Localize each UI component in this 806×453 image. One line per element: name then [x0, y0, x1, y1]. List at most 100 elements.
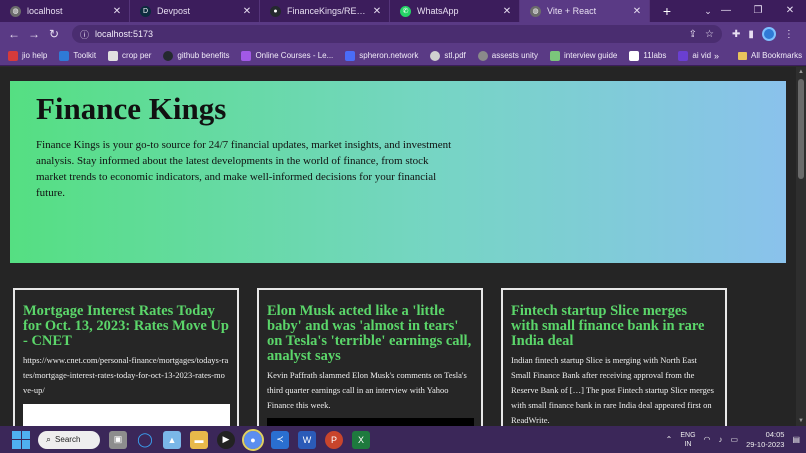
- bookmarks-bar: jio help Toolkit crop per github benefit…: [0, 46, 806, 66]
- extensions-icon[interactable]: ✚: [732, 29, 740, 40]
- bookmark-item[interactable]: interview guide: [550, 50, 617, 61]
- page-viewport: Finance Kings Finance Kings is your go-t…: [0, 67, 806, 426]
- bookmark-item[interactable]: spheron.network: [345, 50, 418, 61]
- close-icon[interactable]: ✕: [501, 6, 513, 17]
- address-bar[interactable]: ⓘ localhost:5173 ⇪ ☆: [72, 25, 722, 43]
- vscode-icon[interactable]: ≺: [271, 430, 289, 449]
- close-icon[interactable]: ✕: [371, 6, 383, 17]
- article-card[interactable]: Mortgage Interest Rates Today for Oct. 1…: [13, 288, 239, 426]
- bookmark-item[interactable]: jio help: [8, 50, 47, 61]
- browser-toolbar: ← → ↻ ⓘ localhost:5173 ⇪ ☆ ✚ ▮ ⋮: [0, 22, 806, 46]
- jio-icon: [8, 50, 18, 61]
- article-body: Kevin Paffrath slammed Elon Musk's comme…: [267, 370, 467, 410]
- notification-icon[interactable]: ▤: [792, 435, 800, 444]
- reload-button[interactable]: ↻: [44, 27, 64, 41]
- tab-title: FinanceKings/README.m: [287, 6, 371, 16]
- hero-section: Finance Kings Finance Kings is your go-t…: [10, 81, 786, 263]
- scroll-down-arrow[interactable]: ▼: [796, 416, 806, 426]
- courses-icon: [241, 50, 252, 61]
- close-icon[interactable]: ✕: [631, 6, 643, 17]
- globe-icon: [430, 50, 441, 61]
- tab-vite-react[interactable]: ◍ Vite + React ✕: [520, 0, 650, 22]
- battery-icon[interactable]: ▭: [731, 435, 739, 444]
- powerpoint-icon[interactable]: P: [325, 430, 343, 449]
- search-icon: ⌕: [46, 434, 52, 444]
- volume-icon[interactable]: ♪: [719, 435, 723, 444]
- guide-icon: [550, 50, 561, 61]
- article-body: https://www.cnet.com/personal-finance/mo…: [23, 355, 229, 395]
- chevron-up-icon[interactable]: ⌃: [666, 435, 673, 444]
- article-image: [267, 418, 474, 426]
- windows-start-button[interactable]: [12, 430, 30, 449]
- system-tray: ⌃ ENG IN ◠ ♪ ▭ 04:05 29-10-2023 ▤: [666, 426, 800, 453]
- tab-strip: ◍ localhost ✕ D Devpost ✕ ● FinanceKings…: [0, 0, 806, 22]
- wifi-icon[interactable]: ◠: [704, 435, 711, 444]
- side-panel-icon[interactable]: ▮: [748, 29, 754, 40]
- tab-github[interactable]: ● FinanceKings/README.m ✕: [260, 0, 390, 22]
- toolkit-icon: [59, 50, 70, 61]
- close-icon[interactable]: ✕: [241, 6, 253, 17]
- taskbar: ⌕ Search ▣ ◯ ▲ ▬ ▶ ● ≺ W P X ⌃ ENG IN ◠ …: [0, 426, 806, 453]
- article-title[interactable]: Fintech startup Slice merges with small …: [511, 304, 717, 349]
- ai-vid-icon: [678, 50, 689, 61]
- language-indicator[interactable]: ENG IN: [680, 431, 695, 449]
- github-icon: [163, 50, 174, 61]
- window-controls: — ❐ ✕: [710, 0, 806, 22]
- bookmark-item[interactable]: crop per: [108, 50, 151, 61]
- hero-description: Finance Kings is your go-to source for 2…: [36, 139, 452, 199]
- tab-title: localhost: [27, 6, 63, 16]
- tab-title: Devpost: [157, 6, 191, 16]
- bookmark-item[interactable]: Toolkit: [59, 50, 96, 61]
- clock[interactable]: 04:05 29-10-2023: [746, 430, 784, 450]
- cortana-icon[interactable]: ◯: [136, 431, 154, 449]
- tab-whatsapp[interactable]: ✆ WhatsApp ✕: [390, 0, 520, 22]
- bookmark-item[interactable]: Online Courses - Le...: [241, 50, 333, 61]
- share-icon[interactable]: ⇪: [689, 29, 697, 40]
- article-title[interactable]: Mortgage Interest Rates Today for Oct. 1…: [23, 304, 229, 349]
- article-card[interactable]: Fintech startup Slice merges with small …: [501, 288, 727, 426]
- photos-icon[interactable]: ▲: [163, 430, 181, 449]
- scroll-thumb[interactable]: [798, 79, 804, 179]
- bookmark-item[interactable]: 11labs: [629, 50, 666, 61]
- scrollbar[interactable]: ▲ ▼: [796, 67, 806, 426]
- task-view-icon[interactable]: ▣: [109, 430, 127, 449]
- media-player-icon[interactable]: ▶: [217, 430, 235, 449]
- word-icon[interactable]: W: [298, 430, 316, 449]
- menu-icon[interactable]: ⋮: [784, 29, 794, 40]
- bookmark-item[interactable]: stl.pdf: [430, 50, 466, 61]
- minimize-button[interactable]: —: [710, 0, 742, 22]
- excel-icon[interactable]: X: [352, 430, 370, 449]
- scroll-up-arrow[interactable]: ▲: [796, 67, 806, 77]
- unity-icon: [477, 50, 488, 61]
- more-bookmarks-button[interactable]: »: [714, 51, 719, 61]
- chrome-icon[interactable]: ●: [242, 428, 264, 451]
- folder-icon: [738, 51, 747, 60]
- crop-icon: [108, 50, 119, 61]
- forward-button[interactable]: →: [24, 27, 44, 41]
- new-tab-button[interactable]: +: [656, 0, 678, 22]
- site-info-icon[interactable]: ⓘ: [80, 28, 89, 41]
- bookmark-item[interactable]: assests unity: [477, 50, 538, 61]
- tab-title: WhatsApp: [417, 6, 459, 16]
- devpost-icon: D: [140, 5, 151, 17]
- url-text: localhost:5173: [95, 29, 154, 39]
- bookmark-star-icon[interactable]: ☆: [705, 29, 714, 40]
- all-bookmarks-button[interactable]: All Bookmarks: [738, 51, 802, 60]
- bookmark-item[interactable]: github benefits: [163, 50, 229, 61]
- close-window-button[interactable]: ✕: [774, 0, 806, 22]
- maximize-button[interactable]: ❐: [742, 0, 774, 22]
- taskbar-search[interactable]: ⌕ Search: [38, 430, 100, 449]
- tab-devpost[interactable]: D Devpost ✕: [130, 0, 260, 22]
- close-icon[interactable]: ✕: [111, 6, 123, 17]
- article-title[interactable]: Elon Musk acted like a 'little baby' and…: [267, 304, 473, 364]
- page-title: Finance Kings: [36, 91, 227, 126]
- file-explorer-icon[interactable]: ▬: [190, 430, 208, 449]
- avatar[interactable]: [761, 27, 776, 41]
- article-card[interactable]: Elon Musk acted like a 'little baby' and…: [257, 288, 483, 426]
- tab-localhost[interactable]: ◍ localhost ✕: [0, 0, 130, 22]
- whatsapp-icon: ✆: [400, 5, 411, 17]
- bookmark-item[interactable]: ai vid: [678, 50, 711, 61]
- elevenlabs-icon: [629, 50, 640, 61]
- back-button[interactable]: ←: [4, 27, 24, 41]
- spheron-icon: [345, 50, 356, 61]
